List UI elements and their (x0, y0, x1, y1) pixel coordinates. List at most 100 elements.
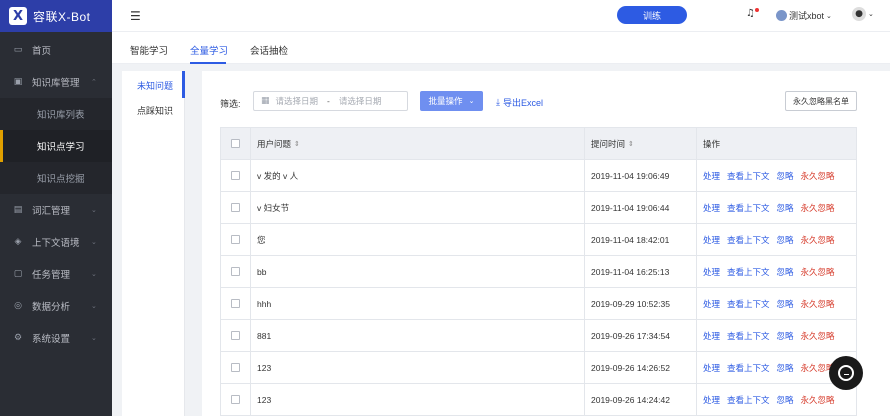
ignore-action[interactable]: 忽略 (777, 202, 794, 214)
start-date-input[interactable]: 请选择日期 (276, 95, 319, 107)
process-action[interactable]: 处理 (703, 202, 720, 214)
table-row: hhh 2019-09-29 10:52:35 处理 查看上下文 忽略 永久忽略 (221, 288, 856, 320)
view-context-action[interactable]: 查看上下文 (727, 362, 770, 374)
ignore-action[interactable]: 忽略 (777, 394, 794, 406)
sidebar-item-analytics[interactable]: ◎ 数据分析 ⌄ (0, 290, 112, 322)
actions-cell: 处理 查看上下文 忽略 永久忽略 (697, 384, 856, 415)
permanent-ignore-action[interactable]: 永久忽略 (801, 234, 835, 246)
sidebar-item-context[interactable]: ◈ 上下文语境 ⌄ (0, 226, 112, 258)
process-action[interactable]: 处理 (703, 298, 720, 310)
ignore-action[interactable]: 忽略 (777, 362, 794, 374)
view-context-action[interactable]: 查看上下文 (727, 234, 770, 246)
process-action[interactable]: 处理 (703, 362, 720, 374)
ignore-action[interactable]: 忽略 (777, 330, 794, 342)
tab-full-learning[interactable]: 全量学习 (190, 43, 228, 57)
time-cell: 2019-11-04 16:25:13 (585, 256, 697, 287)
sidebar-item-label: 词汇管理 (32, 206, 71, 217)
logo[interactable]: X 容联X-Bot (0, 0, 112, 32)
table-header-row: 用户问题 ⇕ 提问时间 ⇕ 操作 (221, 128, 856, 160)
permanent-ignore-action[interactable]: 永久忽略 (801, 330, 835, 342)
chevron-down-icon: ⌄ (826, 11, 832, 20)
chart-icon: ◎ (14, 301, 22, 311)
permanent-ignore-action[interactable]: 永久忽略 (801, 298, 835, 310)
permanent-ignore-blacklist-button[interactable]: 永久忽略黑名单 (785, 91, 857, 111)
user-avatar-icon (776, 10, 787, 21)
sidebar-item-settings[interactable]: ⚙ 系统设置 ⌄ (0, 322, 112, 354)
time-cell: 2019-09-26 14:26:52 (585, 352, 697, 383)
table-row: v 妇女节 2019-11-04 19:06:44 处理 查看上下文 忽略 永久忽略 (221, 192, 856, 224)
process-action[interactable]: 处理 (703, 330, 720, 342)
chevron-down-icon: ⌄ (91, 238, 97, 246)
view-context-action[interactable]: 查看上下文 (727, 330, 770, 342)
vocabulary-icon: ▤ (13, 205, 23, 215)
select-all-checkbox[interactable] (231, 139, 240, 148)
sidebar-item-vocabulary[interactable]: ▤ 词汇管理 ⌄ (0, 194, 112, 226)
question-cell: v 妇女节 (251, 192, 585, 223)
row-checkbox[interactable] (231, 331, 240, 340)
row-checkbox[interactable] (231, 203, 240, 212)
tab-smart-learning[interactable]: 智能学习 (130, 43, 168, 57)
view-context-action[interactable]: 查看上下文 (727, 170, 770, 182)
tab-session-sampling[interactable]: 会话抽检 (250, 43, 288, 57)
sidebar-subitem-kp-learning[interactable]: 知识点学习 (0, 130, 112, 162)
avatar-menu[interactable]: ● ⌄ (852, 7, 874, 21)
table-row: 881 2019-09-26 17:34:54 处理 查看上下文 忽略 永久忽略 (221, 320, 856, 352)
row-checkbox[interactable] (231, 171, 240, 180)
table-row: 123 2019-09-26 14:24:42 处理 查看上下文 忽略 永久忽略 (221, 384, 856, 416)
view-context-action[interactable]: 查看上下文 (727, 298, 770, 310)
sidebar-item-tasks[interactable]: ▢ 任务管理 ⌄ (0, 258, 112, 290)
row-checkbox[interactable] (231, 235, 240, 244)
sidebar-item-label: 知识库管理 (32, 78, 80, 89)
time-cell: 2019-09-29 10:52:35 (585, 288, 697, 319)
ignore-action[interactable]: 忽略 (777, 234, 794, 246)
date-range-picker[interactable]: ▦ 请选择日期 - 请选择日期 (253, 91, 408, 111)
active-tab-indicator (190, 62, 226, 64)
permanent-ignore-action[interactable]: 永久忽略 (801, 266, 835, 278)
user-menu[interactable]: 测试xbot ⌄ (776, 9, 832, 22)
bell-icon[interactable]: ♫ (746, 8, 755, 19)
ignore-action[interactable]: 忽略 (777, 298, 794, 310)
permanent-ignore-action[interactable]: 永久忽略 (801, 394, 835, 406)
chat-bubble-icon (838, 365, 854, 381)
table-row: 您 2019-11-04 18:42:01 处理 查看上下文 忽略 永久忽略 (221, 224, 856, 256)
subnav-unknown-questions[interactable]: 未知问题 (137, 79, 173, 92)
process-action[interactable]: 处理 (703, 394, 720, 406)
ignore-action[interactable]: 忽略 (777, 266, 794, 278)
range-separator: - (327, 96, 330, 106)
row-checkbox[interactable] (231, 363, 240, 372)
graduation-icon: ◈ (14, 237, 22, 247)
export-excel-link[interactable]: ⤓ 导出Excel (496, 96, 543, 109)
permanent-ignore-action[interactable]: 永久忽略 (801, 170, 835, 182)
menu-toggle-icon[interactable]: ☰ (130, 9, 141, 23)
question-cell: hhh (251, 288, 585, 319)
sidebar-item-home[interactable]: ▭ 首页 (0, 34, 112, 66)
permanent-ignore-action[interactable]: 永久忽略 (801, 202, 835, 214)
sidebar-subitem-kb-list[interactable]: 知识库列表 (0, 98, 112, 130)
view-context-action[interactable]: 查看上下文 (727, 202, 770, 214)
chat-float-button[interactable] (829, 356, 863, 390)
logo-mark: X (9, 7, 27, 25)
question-cell: 您 (251, 224, 585, 255)
chevron-down-icon: ⌄ (91, 302, 97, 310)
table-row: 123 2019-09-26 14:26:52 处理 查看上下文 忽略 永久忽略 (221, 352, 856, 384)
ignore-action[interactable]: 忽略 (777, 170, 794, 182)
train-button[interactable]: 训练 (617, 6, 687, 24)
row-checkbox[interactable] (231, 299, 240, 308)
view-context-action[interactable]: 查看上下文 (727, 266, 770, 278)
batch-operation-button[interactable]: 批量操作 ⌄ (420, 91, 483, 111)
row-checkbox[interactable] (231, 267, 240, 276)
process-action[interactable]: 处理 (703, 266, 720, 278)
end-date-input[interactable]: 请选择日期 (339, 95, 382, 107)
sidebar-item-knowledge-base[interactable]: ▣ 知识库管理 ⌃ (0, 66, 112, 98)
row-checkbox[interactable] (231, 395, 240, 404)
chevron-down-icon: ⌄ (91, 270, 97, 278)
column-header-time[interactable]: 提问时间 ⇕ (585, 128, 697, 159)
process-action[interactable]: 处理 (703, 170, 720, 182)
column-header-question[interactable]: 用户问题 ⇕ (251, 128, 585, 159)
sidebar-item-label: 系统设置 (32, 334, 71, 345)
process-action[interactable]: 处理 (703, 234, 720, 246)
chevron-down-icon: ⌄ (91, 206, 97, 214)
view-context-action[interactable]: 查看上下文 (727, 394, 770, 406)
subnav-disliked-knowledge[interactable]: 点踩知识 (137, 104, 173, 117)
sidebar-subitem-kp-mining[interactable]: 知识点挖掘 (0, 162, 112, 194)
